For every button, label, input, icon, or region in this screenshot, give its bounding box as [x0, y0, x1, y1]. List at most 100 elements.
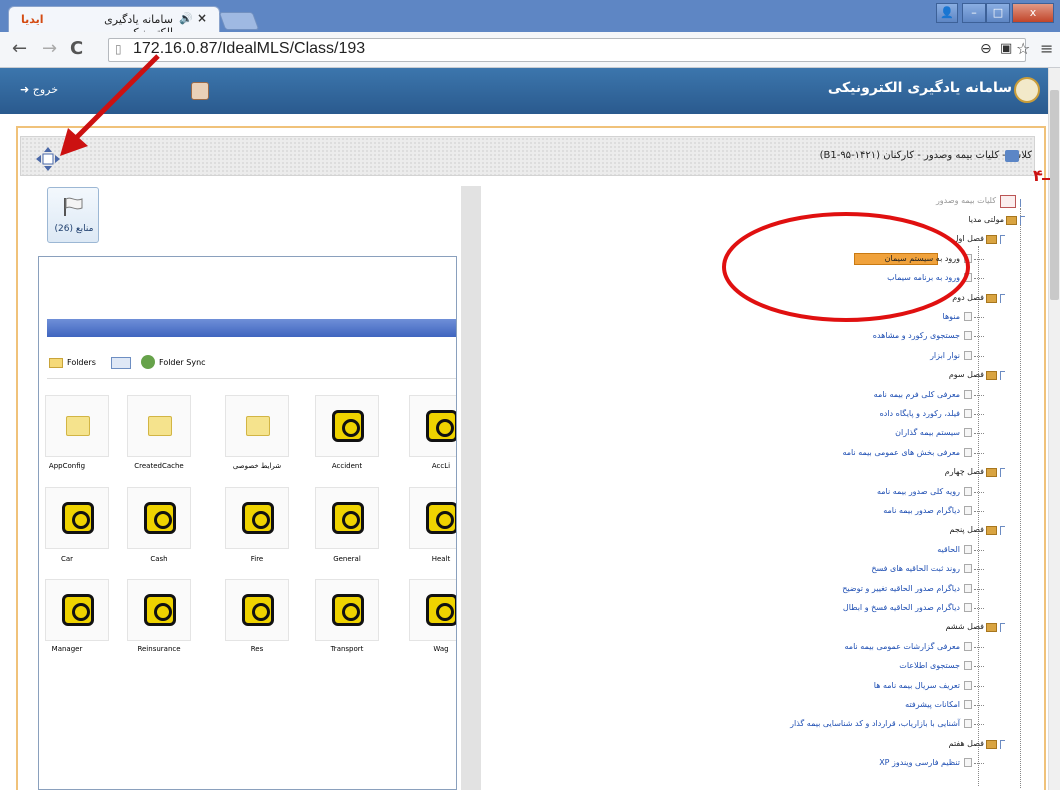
tree-connector: [974, 549, 984, 551]
tree-expander-icon[interactable]: [1000, 623, 1005, 633]
tree-doc-link[interactable]: معرفی کلی فرم بیمه نامه: [666, 390, 960, 399]
app-brand: سامانه یادگیری الکترونیکی: [827, 80, 1012, 96]
back-class-icon[interactable]: [1005, 150, 1019, 162]
tree-folder-label[interactable]: فصل ششم: [808, 622, 984, 631]
tree-doc-link[interactable]: معرفی گزارشات عمومی بیمه نامه: [666, 642, 960, 651]
resources-button[interactable]: منابع (26): [47, 187, 99, 243]
tree-guide-line: [1020, 208, 1021, 788]
omnibox[interactable]: ▯ 172.16.0.87/IdealMLS/Class/193: [108, 38, 1026, 62]
tree-folder-label[interactable]: فصل سوم: [808, 370, 984, 379]
tile-caption: Healt: [431, 555, 451, 563]
tree-doc-link[interactable]: سیستم بیمه گذاران: [666, 428, 960, 437]
logout-button[interactable]: ➜ خروج: [20, 83, 58, 96]
tree-expander-icon[interactable]: [1020, 199, 1026, 207]
tab-close-icon[interactable]: ×: [197, 11, 207, 25]
tree-doc-link[interactable]: روند ثبت الحاقیه های فسخ: [666, 564, 960, 573]
tile-icon: [225, 395, 289, 457]
star-icon[interactable]: ☆: [1016, 39, 1030, 58]
tree-doc-link[interactable]: آشنایی با بازاریاب، قرارداد و کد شناسایی…: [666, 719, 960, 728]
tree-folder-label[interactable]: فصل هفتم: [808, 739, 984, 748]
tree-doc-link[interactable]: دیاگرام صدور بیمه نامه: [666, 506, 960, 515]
tree-root-icon[interactable]: [1000, 195, 1016, 208]
folder-icon: [986, 468, 997, 478]
minimize-button[interactable]: –: [962, 3, 986, 23]
document-icon: [964, 564, 972, 574]
tile-caption: Res: [250, 645, 264, 653]
document-icon: [964, 409, 972, 418]
tile-caption: Car: [60, 555, 74, 563]
tree-doc-link[interactable]: الحاقیه: [666, 545, 960, 554]
tree-connector: [974, 491, 984, 493]
tile-caption: Fire: [250, 555, 264, 563]
close-window-button[interactable]: x: [1012, 3, 1054, 23]
tile-icon: [315, 579, 379, 641]
annotation-arrow: [60, 54, 160, 156]
tile-caption: Reinsurance: [137, 645, 181, 653]
tile-icon: [127, 487, 191, 549]
tree-doc-link[interactable]: دیاگرام صدور الحاقیه تغییر و توضیح: [666, 584, 960, 593]
page-scrollbar[interactable]: [1048, 68, 1060, 790]
tree-expander-icon[interactable]: [1000, 293, 1005, 303]
tree-connector: [974, 317, 984, 318]
new-tab-button[interactable]: [218, 12, 260, 30]
speaker-icon: 🔊: [179, 12, 193, 25]
document-icon: [964, 506, 972, 515]
tree-doc-link[interactable]: دیاگرام صدور الحاقیه فسخ و ابطال: [666, 603, 960, 612]
tree-connector: [974, 763, 984, 765]
tile-caption: Wag: [433, 645, 449, 653]
tile-caption: AppConfig: [48, 462, 86, 470]
tree-connector: [974, 433, 984, 435]
tree-expander-icon[interactable]: [1000, 468, 1005, 478]
pane-splitter[interactable]: [461, 186, 481, 790]
tab-logo: ایدیا: [21, 13, 44, 26]
document-icon: [964, 331, 972, 341]
folder-icon: [49, 358, 63, 368]
tree-connector: [974, 452, 984, 454]
tree-doc-link[interactable]: تعریف سریال بیمه نامه ها: [666, 681, 960, 690]
zoom-icon[interactable]: ⊖: [980, 41, 992, 57]
tree-doc-link[interactable]: فیلد، رکورد و پایگاه داده: [666, 409, 960, 418]
flag-icon: [64, 197, 83, 216]
user-icon[interactable]: 👤: [936, 3, 958, 23]
tree-expander-icon[interactable]: [1000, 526, 1005, 536]
tree-doc-link[interactable]: امکانات پیشرفته: [666, 700, 960, 709]
tree-root-label[interactable]: کلیات بیمه وصدور: [890, 196, 996, 205]
window-titlebar-image: [47, 319, 456, 337]
document-icon: [964, 428, 972, 438]
tree-expander-icon[interactable]: [1000, 371, 1005, 381]
browser-tab[interactable]: ایدیا سامانه یادگیری الکترونیکی 🔊 ×: [8, 6, 220, 39]
document-icon: [964, 544, 972, 554]
menu-icon[interactable]: ≡: [1040, 39, 1053, 58]
tree-connector: [974, 666, 984, 668]
tree-doc-link[interactable]: جستجوی رکورد و مشاهده: [666, 331, 960, 340]
tree-expander-icon[interactable]: [1000, 235, 1005, 245]
tree-doc-link[interactable]: تنظیم فارسی ویندوز XP: [666, 758, 960, 767]
avatar[interactable]: [191, 82, 209, 100]
document-icon: [964, 583, 972, 593]
document-icon: [964, 719, 972, 729]
tile-caption: Manager: [51, 645, 83, 653]
folder-icon: [1006, 216, 1017, 225]
back-icon[interactable]: ←: [12, 38, 27, 59]
tile-caption: CreatedCache: [134, 462, 184, 470]
tree-expander-icon[interactable]: [1020, 216, 1025, 225]
maximize-button[interactable]: □: [986, 3, 1010, 23]
tree-connector: [974, 646, 984, 648]
annotation-marker: ۴: [1033, 166, 1043, 185]
folder-icon: [986, 235, 997, 245]
tree-expander-icon[interactable]: [1000, 739, 1005, 749]
translate-icon[interactable]: ▣: [1000, 41, 1012, 56]
tree-doc-link[interactable]: معرفی بخش های عمومی بیمه نامه: [666, 448, 960, 457]
scrollbar-thumb[interactable]: [1050, 90, 1059, 300]
tile-icon: [45, 579, 109, 641]
url-text[interactable]: 172.16.0.87/IdealMLS/Class/193: [133, 40, 365, 58]
folder-icon: [986, 623, 997, 633]
tree-doc-link[interactable]: جستجوی اطلاعات: [666, 661, 960, 670]
tree-folder-label[interactable]: فصل چهارم: [808, 467, 984, 476]
tree-folder-label[interactable]: فصل پنجم: [808, 525, 985, 534]
tile-caption: General: [333, 555, 361, 563]
tree-doc-link[interactable]: رویه کلی صدور بیمه نامه: [666, 487, 960, 496]
tile-icon: [45, 487, 109, 549]
tree-doc-link[interactable]: نوار ابزار: [666, 351, 960, 360]
folder-icon: [986, 739, 997, 749]
